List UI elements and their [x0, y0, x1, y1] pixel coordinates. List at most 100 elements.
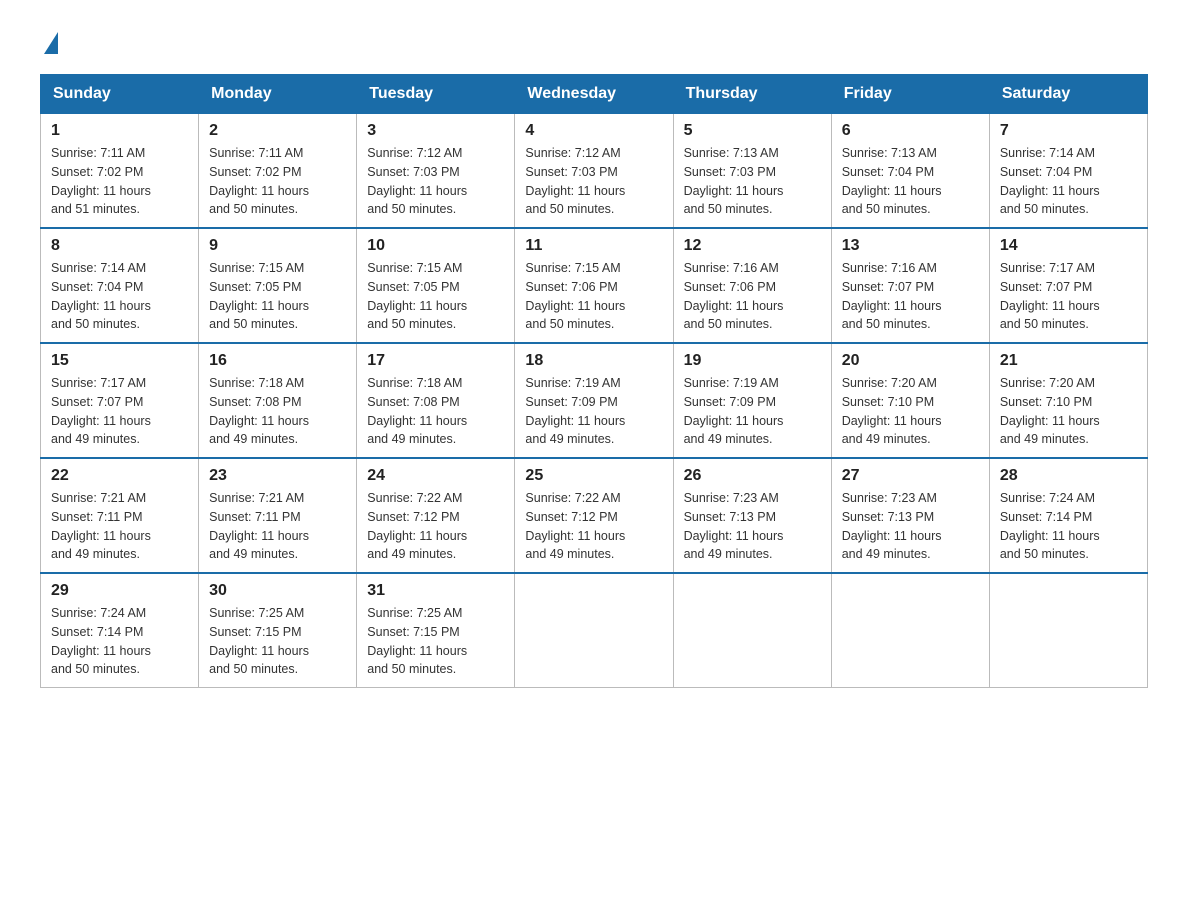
calendar-cell: 5 Sunrise: 7:13 AM Sunset: 7:03 PM Dayli…	[673, 114, 831, 229]
day-info: Sunrise: 7:22 AM Sunset: 7:12 PM Dayligh…	[525, 489, 662, 564]
day-info: Sunrise: 7:13 AM Sunset: 7:03 PM Dayligh…	[684, 144, 821, 219]
day-number: 12	[684, 237, 821, 255]
day-info: Sunrise: 7:17 AM Sunset: 7:07 PM Dayligh…	[51, 374, 188, 449]
day-number: 16	[209, 352, 346, 370]
day-number: 8	[51, 237, 188, 255]
calendar-cell: 11 Sunrise: 7:15 AM Sunset: 7:06 PM Dayl…	[515, 228, 673, 343]
calendar-cell: 22 Sunrise: 7:21 AM Sunset: 7:11 PM Dayl…	[41, 458, 199, 573]
day-number: 27	[842, 467, 979, 485]
day-info: Sunrise: 7:14 AM Sunset: 7:04 PM Dayligh…	[1000, 144, 1137, 219]
day-number: 11	[525, 237, 662, 255]
calendar-cell: 23 Sunrise: 7:21 AM Sunset: 7:11 PM Dayl…	[199, 458, 357, 573]
day-number: 3	[367, 122, 504, 140]
day-number: 25	[525, 467, 662, 485]
day-number: 5	[684, 122, 821, 140]
day-number: 14	[1000, 237, 1137, 255]
day-number: 29	[51, 582, 188, 600]
day-number: 2	[209, 122, 346, 140]
calendar-cell: 25 Sunrise: 7:22 AM Sunset: 7:12 PM Dayl…	[515, 458, 673, 573]
calendar-cell: 7 Sunrise: 7:14 AM Sunset: 7:04 PM Dayli…	[989, 114, 1147, 229]
day-info: Sunrise: 7:12 AM Sunset: 7:03 PM Dayligh…	[525, 144, 662, 219]
calendar-cell: 13 Sunrise: 7:16 AM Sunset: 7:07 PM Dayl…	[831, 228, 989, 343]
day-info: Sunrise: 7:11 AM Sunset: 7:02 PM Dayligh…	[209, 144, 346, 219]
column-header-monday: Monday	[199, 75, 357, 114]
calendar-week-row: 29 Sunrise: 7:24 AM Sunset: 7:14 PM Dayl…	[41, 573, 1148, 688]
day-info: Sunrise: 7:15 AM Sunset: 7:06 PM Dayligh…	[525, 259, 662, 334]
day-number: 9	[209, 237, 346, 255]
calendar-cell: 17 Sunrise: 7:18 AM Sunset: 7:08 PM Dayl…	[357, 343, 515, 458]
calendar-week-row: 15 Sunrise: 7:17 AM Sunset: 7:07 PM Dayl…	[41, 343, 1148, 458]
calendar-header-row: SundayMondayTuesdayWednesdayThursdayFrid…	[41, 75, 1148, 114]
calendar-cell: 14 Sunrise: 7:17 AM Sunset: 7:07 PM Dayl…	[989, 228, 1147, 343]
calendar-week-row: 22 Sunrise: 7:21 AM Sunset: 7:11 PM Dayl…	[41, 458, 1148, 573]
day-info: Sunrise: 7:23 AM Sunset: 7:13 PM Dayligh…	[684, 489, 821, 564]
calendar-cell: 1 Sunrise: 7:11 AM Sunset: 7:02 PM Dayli…	[41, 114, 199, 229]
calendar-cell: 24 Sunrise: 7:22 AM Sunset: 7:12 PM Dayl…	[357, 458, 515, 573]
logo-triangle-icon	[44, 32, 58, 54]
day-info: Sunrise: 7:20 AM Sunset: 7:10 PM Dayligh…	[1000, 374, 1137, 449]
column-header-wednesday: Wednesday	[515, 75, 673, 114]
calendar-cell: 29 Sunrise: 7:24 AM Sunset: 7:14 PM Dayl…	[41, 573, 199, 688]
calendar-cell: 16 Sunrise: 7:18 AM Sunset: 7:08 PM Dayl…	[199, 343, 357, 458]
calendar-cell: 31 Sunrise: 7:25 AM Sunset: 7:15 PM Dayl…	[357, 573, 515, 688]
day-number: 28	[1000, 467, 1137, 485]
day-info: Sunrise: 7:21 AM Sunset: 7:11 PM Dayligh…	[209, 489, 346, 564]
calendar-cell: 4 Sunrise: 7:12 AM Sunset: 7:03 PM Dayli…	[515, 114, 673, 229]
calendar-cell: 26 Sunrise: 7:23 AM Sunset: 7:13 PM Dayl…	[673, 458, 831, 573]
calendar-cell: 21 Sunrise: 7:20 AM Sunset: 7:10 PM Dayl…	[989, 343, 1147, 458]
day-info: Sunrise: 7:18 AM Sunset: 7:08 PM Dayligh…	[367, 374, 504, 449]
day-info: Sunrise: 7:15 AM Sunset: 7:05 PM Dayligh…	[209, 259, 346, 334]
calendar-cell: 20 Sunrise: 7:20 AM Sunset: 7:10 PM Dayl…	[831, 343, 989, 458]
day-info: Sunrise: 7:17 AM Sunset: 7:07 PM Dayligh…	[1000, 259, 1137, 334]
day-info: Sunrise: 7:14 AM Sunset: 7:04 PM Dayligh…	[51, 259, 188, 334]
day-number: 21	[1000, 352, 1137, 370]
day-info: Sunrise: 7:13 AM Sunset: 7:04 PM Dayligh…	[842, 144, 979, 219]
calendar-cell: 15 Sunrise: 7:17 AM Sunset: 7:07 PM Dayl…	[41, 343, 199, 458]
day-number: 22	[51, 467, 188, 485]
calendar-cell: 27 Sunrise: 7:23 AM Sunset: 7:13 PM Dayl…	[831, 458, 989, 573]
day-number: 19	[684, 352, 821, 370]
day-number: 30	[209, 582, 346, 600]
day-number: 20	[842, 352, 979, 370]
day-info: Sunrise: 7:16 AM Sunset: 7:07 PM Dayligh…	[842, 259, 979, 334]
day-info: Sunrise: 7:24 AM Sunset: 7:14 PM Dayligh…	[51, 604, 188, 679]
day-info: Sunrise: 7:22 AM Sunset: 7:12 PM Dayligh…	[367, 489, 504, 564]
logo	[40, 30, 60, 54]
day-info: Sunrise: 7:18 AM Sunset: 7:08 PM Dayligh…	[209, 374, 346, 449]
day-info: Sunrise: 7:24 AM Sunset: 7:14 PM Dayligh…	[1000, 489, 1137, 564]
calendar-cell: 8 Sunrise: 7:14 AM Sunset: 7:04 PM Dayli…	[41, 228, 199, 343]
day-info: Sunrise: 7:11 AM Sunset: 7:02 PM Dayligh…	[51, 144, 188, 219]
calendar-cell: 30 Sunrise: 7:25 AM Sunset: 7:15 PM Dayl…	[199, 573, 357, 688]
day-info: Sunrise: 7:25 AM Sunset: 7:15 PM Dayligh…	[209, 604, 346, 679]
calendar-cell: 2 Sunrise: 7:11 AM Sunset: 7:02 PM Dayli…	[199, 114, 357, 229]
day-number: 7	[1000, 122, 1137, 140]
day-info: Sunrise: 7:21 AM Sunset: 7:11 PM Dayligh…	[51, 489, 188, 564]
day-info: Sunrise: 7:12 AM Sunset: 7:03 PM Dayligh…	[367, 144, 504, 219]
column-header-sunday: Sunday	[41, 75, 199, 114]
day-info: Sunrise: 7:20 AM Sunset: 7:10 PM Dayligh…	[842, 374, 979, 449]
calendar-cell: 28 Sunrise: 7:24 AM Sunset: 7:14 PM Dayl…	[989, 458, 1147, 573]
page-header	[40, 30, 1148, 54]
day-info: Sunrise: 7:23 AM Sunset: 7:13 PM Dayligh…	[842, 489, 979, 564]
calendar-cell	[989, 573, 1147, 688]
day-info: Sunrise: 7:19 AM Sunset: 7:09 PM Dayligh…	[684, 374, 821, 449]
column-header-tuesday: Tuesday	[357, 75, 515, 114]
calendar-cell: 3 Sunrise: 7:12 AM Sunset: 7:03 PM Dayli…	[357, 114, 515, 229]
day-number: 31	[367, 582, 504, 600]
calendar-cell	[831, 573, 989, 688]
calendar-cell: 18 Sunrise: 7:19 AM Sunset: 7:09 PM Dayl…	[515, 343, 673, 458]
day-number: 4	[525, 122, 662, 140]
calendar-table: SundayMondayTuesdayWednesdayThursdayFrid…	[40, 74, 1148, 688]
calendar-week-row: 8 Sunrise: 7:14 AM Sunset: 7:04 PM Dayli…	[41, 228, 1148, 343]
day-number: 6	[842, 122, 979, 140]
column-header-saturday: Saturday	[989, 75, 1147, 114]
column-header-thursday: Thursday	[673, 75, 831, 114]
calendar-cell: 9 Sunrise: 7:15 AM Sunset: 7:05 PM Dayli…	[199, 228, 357, 343]
calendar-cell	[673, 573, 831, 688]
day-number: 13	[842, 237, 979, 255]
day-number: 26	[684, 467, 821, 485]
calendar-cell: 12 Sunrise: 7:16 AM Sunset: 7:06 PM Dayl…	[673, 228, 831, 343]
day-info: Sunrise: 7:19 AM Sunset: 7:09 PM Dayligh…	[525, 374, 662, 449]
day-info: Sunrise: 7:16 AM Sunset: 7:06 PM Dayligh…	[684, 259, 821, 334]
day-number: 24	[367, 467, 504, 485]
